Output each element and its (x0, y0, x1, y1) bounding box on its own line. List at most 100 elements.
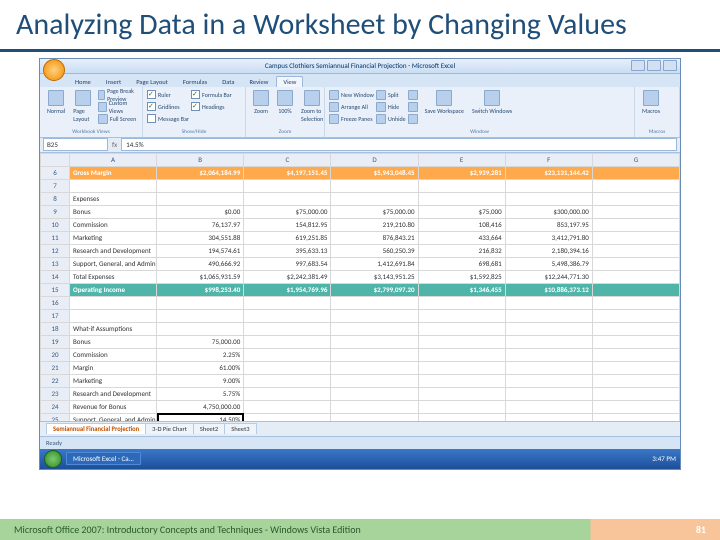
column-header[interactable]: G (592, 153, 679, 166)
sheet-tab[interactable]: Semiannual Financial Projection (46, 423, 146, 434)
cell[interactable] (505, 361, 592, 374)
cell[interactable]: 560,250.39 (331, 244, 418, 257)
freeze-panes-button[interactable]: Freeze Panes (329, 113, 374, 125)
cell[interactable]: $4,197,151.45 (244, 166, 331, 179)
taskbar-app-button[interactable]: Microsoft Excel - Ca... (66, 452, 141, 465)
worksheet-grid[interactable]: ABCDEFG6Gross Margin$2,064,184.99$4,197,… (40, 153, 680, 421)
cell[interactable]: $1,346,455 (418, 283, 505, 296)
cell[interactable] (418, 348, 505, 361)
cell[interactable]: $2,242,381.49 (244, 270, 331, 283)
cell[interactable] (331, 387, 418, 400)
cell[interactable]: $5,943,048.45 (331, 166, 418, 179)
cell[interactable]: 219,210.80 (331, 218, 418, 231)
cell[interactable] (505, 296, 592, 309)
sync-scroll-button[interactable] (408, 101, 420, 113)
cell[interactable] (244, 296, 331, 309)
zoom-button[interactable]: Zoom (250, 89, 272, 116)
cell[interactable] (331, 335, 418, 348)
cell[interactable] (505, 192, 592, 205)
cell[interactable] (157, 296, 244, 309)
cell[interactable]: Bonus (70, 335, 157, 348)
cell[interactable] (592, 244, 679, 257)
cell[interactable] (418, 400, 505, 413)
cell[interactable] (592, 192, 679, 205)
cell[interactable] (331, 400, 418, 413)
fx-icon[interactable]: fx (112, 140, 117, 149)
cell[interactable]: $75,000.00 (331, 205, 418, 218)
cell[interactable]: 154,812.95 (244, 218, 331, 231)
cell[interactable] (331, 322, 418, 335)
cell[interactable] (592, 413, 679, 421)
cell[interactable]: 61.00% (157, 361, 244, 374)
row-header[interactable]: 22 (41, 374, 70, 387)
cell[interactable] (505, 374, 592, 387)
reset-position-button[interactable] (408, 113, 420, 125)
row-header[interactable]: 13 (41, 257, 70, 270)
cell[interactable] (244, 413, 331, 421)
cell[interactable] (592, 205, 679, 218)
cell[interactable] (592, 257, 679, 270)
ruler-checkbox[interactable]: Ruler (147, 89, 189, 101)
cell[interactable]: Revenue for Bonus (70, 400, 157, 413)
cell[interactable]: 5,498,386.79 (505, 257, 592, 270)
cell[interactable] (592, 166, 679, 179)
minimize-button[interactable] (631, 60, 645, 71)
arrange-all-button[interactable]: Arrange All (329, 101, 374, 113)
cell[interactable] (592, 231, 679, 244)
cell[interactable] (331, 361, 418, 374)
cell[interactable]: 108,416 (418, 218, 505, 231)
column-header[interactable]: E (418, 153, 505, 166)
cell[interactable] (505, 179, 592, 192)
hide-button[interactable]: Hide (376, 101, 406, 113)
cell[interactable] (157, 309, 244, 322)
formula-bar[interactable]: 14.5% (121, 138, 677, 151)
cell[interactable] (505, 400, 592, 413)
cell[interactable] (331, 179, 418, 192)
cell[interactable]: $1,065,931.59 (157, 270, 244, 283)
cell[interactable] (157, 322, 244, 335)
cell[interactable]: 2,180,394.16 (505, 244, 592, 257)
cell[interactable] (70, 179, 157, 192)
row-header[interactable]: 17 (41, 309, 70, 322)
start-button[interactable] (44, 450, 62, 468)
full-screen-button[interactable]: Full Screen (98, 113, 138, 125)
split-button[interactable]: Split (376, 89, 406, 101)
column-header[interactable]: B (157, 153, 244, 166)
close-button[interactable] (663, 60, 677, 71)
cell[interactable]: Bonus (70, 205, 157, 218)
cell[interactable] (70, 309, 157, 322)
row-header[interactable]: 14 (41, 270, 70, 283)
cell[interactable]: Commission (70, 348, 157, 361)
cell[interactable]: $23,131,144.42 (505, 166, 592, 179)
cell[interactable] (244, 361, 331, 374)
cell[interactable]: 1,412,691.84 (331, 257, 418, 270)
cell[interactable]: 2.25% (157, 348, 244, 361)
row-header[interactable]: 15 (41, 283, 70, 296)
cell[interactable] (331, 296, 418, 309)
cell[interactable] (418, 335, 505, 348)
switch-windows-button[interactable]: Switch Windows (469, 89, 515, 116)
cell[interactable]: Marketing (70, 374, 157, 387)
ribbon-tab-page-layout[interactable]: Page Layout (129, 76, 175, 87)
cell[interactable]: 619,251.85 (244, 231, 331, 244)
cell[interactable]: 876,843.21 (331, 231, 418, 244)
cell[interactable]: Support, General, and Administrative (70, 257, 157, 270)
macros-button[interactable]: Macros (639, 89, 663, 116)
ribbon-tab-data[interactable]: Data (215, 76, 241, 87)
cell[interactable] (331, 192, 418, 205)
cell[interactable] (244, 192, 331, 205)
cell[interactable]: 395,633.13 (244, 244, 331, 257)
cell[interactable] (505, 322, 592, 335)
cell[interactable] (331, 413, 418, 421)
cell[interactable] (418, 361, 505, 374)
cell[interactable]: 216,832 (418, 244, 505, 257)
row-header[interactable]: 25 (41, 413, 70, 421)
cell[interactable] (592, 179, 679, 192)
save-workspace-button[interactable]: Save Workspace (422, 89, 467, 116)
cell[interactable] (505, 387, 592, 400)
ribbon-tab-review[interactable]: Review (242, 76, 275, 87)
new-window-button[interactable]: New Window (329, 89, 374, 101)
cell[interactable] (505, 335, 592, 348)
cell[interactable] (592, 283, 679, 296)
cell[interactable] (418, 296, 505, 309)
